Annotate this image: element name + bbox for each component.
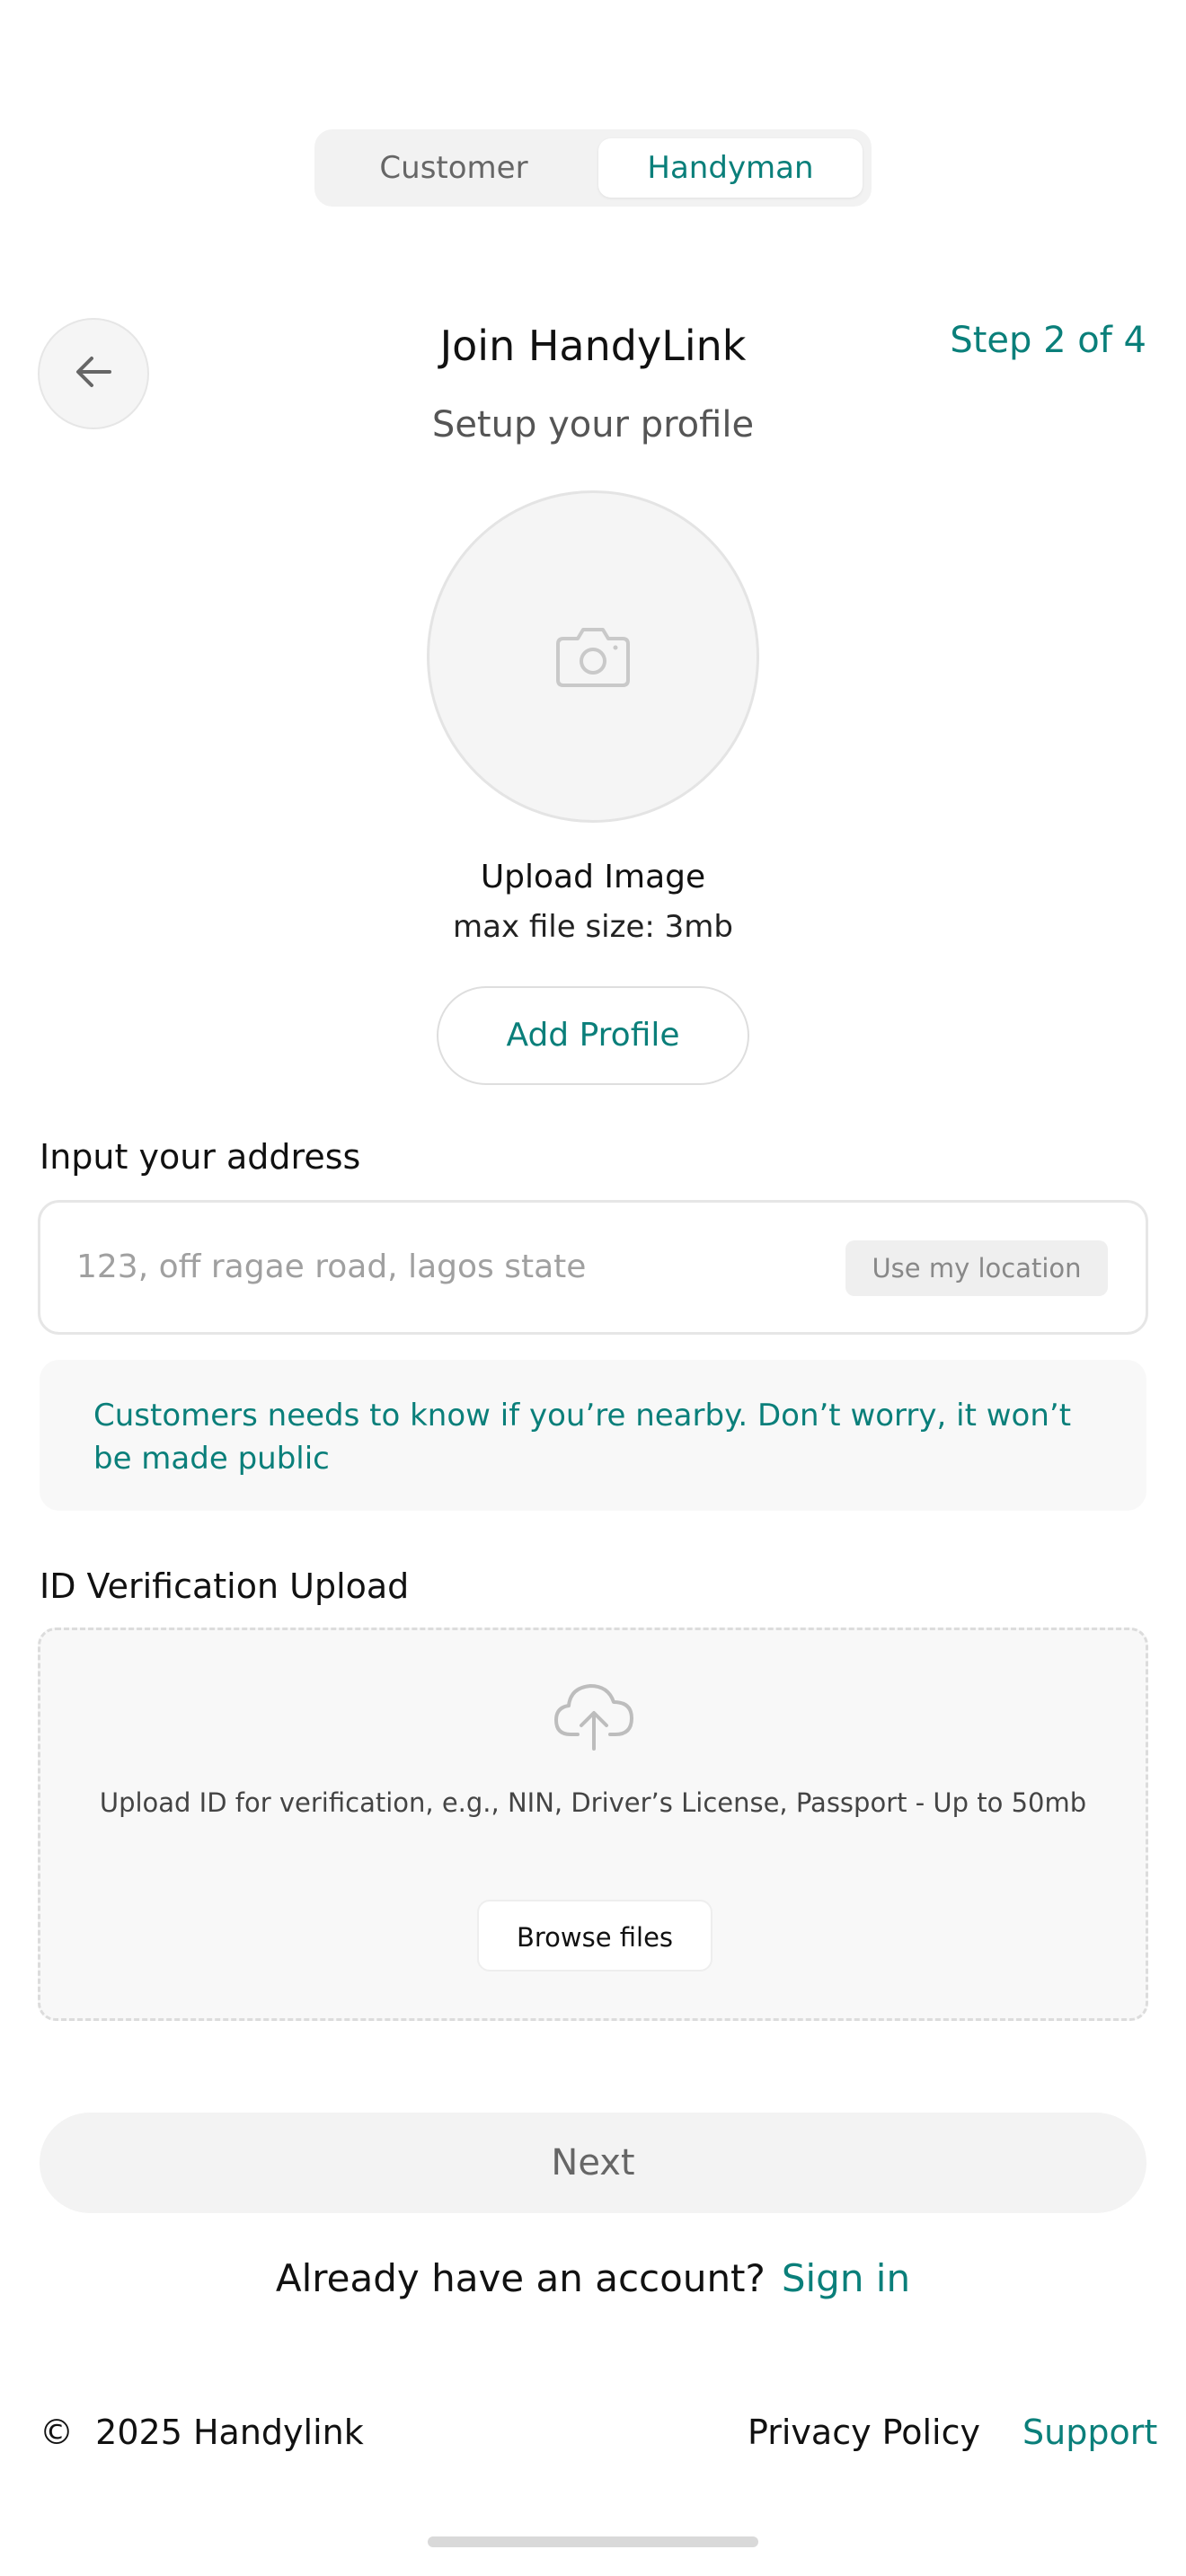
copyright: © 2025 Handylink (40, 2413, 364, 2452)
browse-files-button[interactable]: Browse files (477, 1900, 712, 1972)
id-dropzone[interactable]: Upload ID for verification, e.g., NIN, D… (38, 1628, 1148, 2021)
address-note-text: Customers needs to know if you’re nearby… (93, 1398, 1072, 1477)
privacy-policy-link[interactable]: Privacy Policy (748, 2413, 980, 2452)
address-privacy-note: Customers needs to know if you’re nearby… (40, 1360, 1146, 1511)
role-switch: Customer Handyman (314, 129, 872, 207)
camera-icon (553, 619, 633, 694)
upload-size-hint: max file size: 3mb (453, 909, 733, 945)
id-upload-hint: Upload ID for verification, e.g., NIN, D… (99, 1787, 1087, 1818)
address-input[interactable]: 123, off ragae road, lagos state (76, 1203, 586, 1332)
copyright-symbol: © (40, 2413, 74, 2452)
support-link[interactable]: Support (1022, 2413, 1157, 2452)
already-account-text: Already have an account? (275, 2256, 766, 2300)
use-location-button[interactable]: Use my location (845, 1240, 1108, 1296)
page-subtitle: Setup your profile (431, 404, 755, 446)
sign-in-link[interactable]: Sign in (782, 2256, 910, 2300)
address-label: Input your address (40, 1137, 361, 1177)
next-button[interactable]: Next (40, 2113, 1146, 2213)
cloud-upload-icon (551, 1679, 637, 1758)
home-indicator (428, 2536, 758, 2547)
step-indicator: Step 2 of 4 (950, 320, 1146, 361)
tab-customer[interactable]: Customer (323, 138, 584, 198)
address-field[interactable]: 123, off ragae road, lagos state Use my … (38, 1200, 1148, 1335)
upload-image-label: Upload Image (480, 859, 706, 895)
copyright-text: 2025 Handylink (95, 2413, 364, 2452)
tab-handyman[interactable]: Handyman (598, 138, 863, 198)
add-profile-button[interactable]: Add Profile (437, 986, 749, 1085)
signin-row: Already have an account? Sign in (0, 2256, 1186, 2300)
avatar-upload-area[interactable] (427, 490, 759, 823)
id-upload-label: ID Verification Upload (40, 1566, 410, 1606)
